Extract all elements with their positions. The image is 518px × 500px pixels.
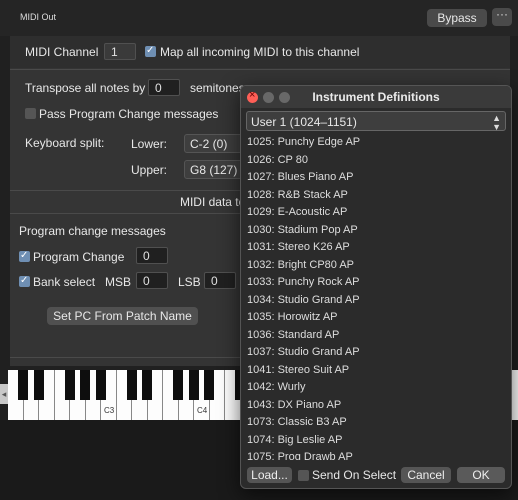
instrument-list-item[interactable]: 1075: Prog Drawb AP — [247, 449, 353, 460]
midi-channel-field[interactable]: 1 — [104, 43, 136, 60]
instrument-list-item[interactable]: 1030: Stadium Pop AP — [247, 222, 358, 239]
map-midi-checkbox[interactable] — [145, 45, 156, 57]
bank-select-label: Bank select — [33, 275, 96, 289]
instrument-list-item[interactable]: 1031: Stereo K26 AP — [247, 239, 350, 256]
more-options-button[interactable]: ··· — [492, 8, 512, 26]
send-on-select-label: Send On Select — [312, 468, 397, 482]
divider — [10, 69, 510, 70]
list-scrollbar[interactable] — [504, 134, 509, 460]
bank-select-value: User 1 (1024–1151) — [251, 115, 357, 129]
bypass-button[interactable]: Bypass — [427, 9, 487, 27]
instrument-list-item[interactable]: 1027: Blues Piano AP — [247, 169, 353, 186]
instrument-list-item[interactable]: 1074: Big Leslie AP — [247, 432, 342, 449]
ok-button[interactable]: OK — [457, 467, 505, 483]
instrument-definitions-dialog: Instrument Definitions User 1 (1024–1151… — [240, 85, 512, 489]
bank-select-checkbox[interactable] — [19, 275, 30, 287]
plugin-title: MIDI Out — [20, 12, 57, 22]
map-midi-label: Map all incoming MIDI to this channel — [160, 45, 360, 59]
instrument-list-item[interactable]: 1028: R&B Stack AP — [247, 187, 348, 204]
cancel-button[interactable]: Cancel — [401, 467, 451, 483]
octave-label: C4 — [197, 406, 208, 415]
piano-black-key[interactable] — [142, 370, 153, 400]
program-change-field[interactable]: 0 — [136, 247, 168, 264]
instrument-list-item[interactable]: 1035: Horowitz AP — [247, 309, 338, 326]
piano-black-key[interactable] — [95, 370, 106, 400]
instrument-list[interactable]: 1025: Punchy Edge AP 1026: CP 80 1027: Blu… — [243, 134, 507, 460]
instrument-list-item[interactable]: 1025: Punchy Edge AP — [247, 134, 360, 151]
instrument-list-item[interactable]: 1036: Standard AP — [247, 327, 339, 344]
program-change-messages-label: Program change messages — [19, 224, 166, 238]
keyboard-scroll-left-icon[interactable]: ◂ — [0, 384, 8, 404]
instrument-list-item[interactable]: 1029: E-Acoustic AP — [247, 204, 347, 221]
octave-label: C3 — [104, 406, 115, 415]
instrument-list-item[interactable]: 1034: Studio Grand AP — [247, 292, 360, 309]
piano-black-key[interactable] — [126, 370, 137, 400]
piano-black-key[interactable] — [204, 370, 215, 400]
msb-field[interactable]: 0 — [136, 272, 168, 289]
piano-black-key[interactable] — [188, 370, 199, 400]
piano-black-key[interactable] — [80, 370, 91, 400]
instrument-list-item[interactable]: 1043: DX Piano AP — [247, 397, 341, 414]
piano-black-key[interactable] — [64, 370, 75, 400]
lsb-label: LSB — [178, 275, 201, 289]
instrument-list-item[interactable]: 1033: Punchy Rock AP — [247, 274, 360, 291]
semitones-label: semitones — [190, 81, 245, 95]
set-pc-from-patch-name-button[interactable]: Set PC From Patch Name — [47, 307, 198, 325]
program-change-checkbox[interactable] — [19, 250, 30, 262]
program-change-label: Program Change — [33, 250, 125, 264]
lsb-field[interactable]: 0 — [204, 272, 236, 289]
instrument-list-item[interactable]: 1041: Stereo Suit AP — [247, 362, 349, 379]
minimize-icon — [263, 92, 274, 103]
transpose-label: Transpose all notes by — [25, 81, 146, 95]
midi-channel-label: MIDI Channel — [25, 45, 99, 59]
upper-label: Upper: — [131, 163, 168, 177]
piano-black-key[interactable] — [33, 370, 44, 400]
msb-label: MSB — [105, 275, 132, 289]
pass-program-change-checkbox[interactable] — [25, 108, 36, 119]
transpose-field[interactable]: 0 — [148, 79, 180, 96]
close-icon[interactable] — [247, 89, 258, 103]
lower-label: Lower: — [131, 137, 168, 151]
send-on-select-checkbox[interactable] — [298, 470, 309, 481]
instrument-list-item[interactable]: 1042: Wurly — [247, 379, 306, 396]
piano-black-key[interactable] — [173, 370, 184, 400]
maximize-icon — [279, 92, 290, 103]
instrument-list-item[interactable]: 1032: Bright CP80 AP — [247, 257, 354, 274]
piano-black-key[interactable] — [18, 370, 29, 400]
instrument-list-item[interactable]: 1073: Classic B3 AP — [247, 414, 347, 431]
load-button[interactable]: Load... — [247, 467, 292, 483]
instrument-list-item[interactable]: 1037: Studio Grand AP — [247, 344, 360, 361]
pass-program-change-label: Pass Program Change messages — [39, 107, 219, 121]
keyboard-split-label: Keyboard split: — [25, 136, 105, 150]
instrument-list-item[interactable]: 1026: CP 80 — [247, 152, 308, 169]
updown-chevron-icon: ▲ ▼ — [492, 113, 501, 132]
bank-select-dropdown[interactable]: User 1 (1024–1151) ▲ ▼ — [246, 111, 506, 132]
